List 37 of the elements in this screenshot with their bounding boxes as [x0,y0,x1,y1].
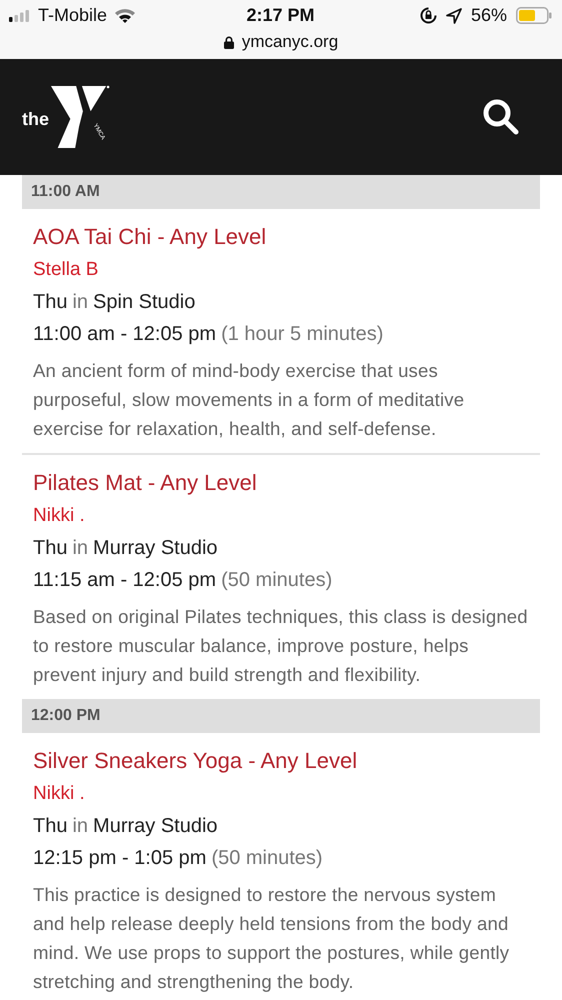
class-time: 11:15 am - 12:05 pm [33,568,216,593]
studio-name: Murray Studio [93,814,218,839]
signal-icon [9,10,31,22]
class-day: Thu [33,286,68,318]
lock-icon [224,36,234,48]
url-text[interactable]: ymcanyc.org [242,32,338,52]
location-icon [446,8,462,24]
battery-percent: 56% [470,5,507,26]
time-slot-heading: 12:00 PM [22,699,540,733]
studio-name: Murray Studio [93,536,218,561]
class-title-link[interactable]: Pilates Mat - Any Level [33,466,257,500]
joiner-text: in [72,290,88,315]
wifi-icon [114,8,136,23]
class-description: Based on original Pilates techniques, this class is designed to restore muscular balance, improve posture, helps prevent injury and build strength and flexibility. [33,605,529,687]
status-time: 2:17 PM [246,5,315,26]
time-slot-heading: 11:00 AM [22,175,540,209]
class-title-link[interactable]: Silver Sneakers Yoga - Any Level [33,744,358,778]
instructor-link[interactable]: Nikki . [33,778,85,810]
joiner-text: in [72,536,88,561]
class-time: 12:15 pm - 1:05 pm [33,846,206,871]
instructor-link[interactable]: Nikki . [33,500,85,532]
rotation-lock-icon [420,7,437,24]
carrier-name: T-Mobile [38,5,108,26]
class-duration: (50 minutes) [221,568,332,593]
class-duration: (1 hour 5 minutes) [221,322,384,347]
class-duration: (50 minutes) [211,846,323,871]
class-description: This practice is designed to restore the nervous system and help release deeply held tensions from the body and mind. We use props to support the postures, while gently stretching and strengthening the body. [33,883,510,994]
search-icon[interactable] [482,98,520,136]
instructor-link[interactable]: Stella B [33,254,98,286]
joiner-text: in [72,814,88,839]
studio-name: Spin Studio [93,290,196,315]
class-time: 11:00 am - 12:05 pm [33,322,216,347]
battery-icon [516,7,552,24]
class-day: Thu [33,532,68,564]
class-description: An ancient form of mind-body exercise that uses purposeful, slow movements in a form of meditative exercise for relaxation, health, and self-defense. [33,359,466,441]
class-title-link[interactable]: AOA Tai Chi - Any Level [33,220,266,254]
class-day: Thu [33,810,68,842]
